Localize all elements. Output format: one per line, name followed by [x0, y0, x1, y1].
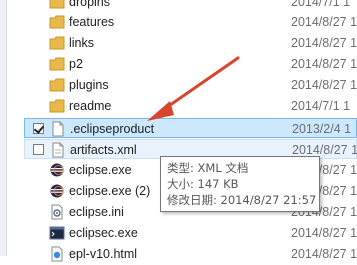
document-icon [50, 121, 66, 137]
file-row[interactable]: dropins 2014/7/1 1 [24, 0, 357, 12]
file-name: features [69, 15, 115, 29]
settings-file-icon [49, 204, 65, 220]
file-info-tooltip: 类型: XML 文档 大小: 147 KB 修改日期: 2014/8/27 21… [160, 156, 320, 212]
file-name: eclipsec.exe [69, 226, 138, 240]
file-date: 2014/8/27 1 [291, 78, 357, 92]
file-date: 2014/7/1 1 [291, 0, 351, 9]
file-row[interactable]: readme 2014/7/1 1 [24, 96, 357, 116]
file-name: links [69, 36, 95, 50]
file-name: eclipse.exe [69, 163, 132, 177]
folder-icon [49, 14, 65, 30]
file-row[interactable]: p2 2014/8/27 1 [24, 54, 357, 74]
eclipse-app-icon [49, 183, 65, 199]
folder-icon [49, 98, 65, 114]
file-name: plugins [69, 78, 109, 92]
eclipse-app-icon [49, 162, 65, 178]
row-checkbox[interactable] [33, 144, 44, 155]
file-row-selected[interactable]: .eclipseproduct 2013/2/4 1 [24, 118, 357, 138]
file-name: readme [69, 99, 112, 113]
xml-file-icon [50, 142, 66, 158]
tooltip-modified: 修改日期: 2014/8/27 21:57 [167, 193, 317, 207]
file-list-pane: dropins 2014/7/1 1 features 2014/8/27 1 … [0, 0, 357, 262]
html-file-icon [49, 246, 65, 262]
file-date: 2014/8/27 1 [291, 57, 357, 71]
file-row[interactable]: epl-v10.html 2014/8/27 1 [24, 244, 357, 264]
file-row[interactable]: plugins 2014/8/27 1 [24, 75, 357, 95]
file-row[interactable]: eclipsec.exe 2014/8/27 1 [24, 223, 357, 243]
file-name: .eclipseproduct [70, 122, 155, 136]
row-checkbox[interactable] [33, 123, 44, 134]
file-row[interactable]: links 2014/8/27 1 [24, 33, 357, 53]
file-row[interactable]: features 2014/8/27 1 [24, 12, 357, 32]
file-date: 2014/8/27 1 [291, 247, 357, 261]
file-date: 2014/7/1 1 [291, 99, 351, 113]
file-name: dropins [69, 0, 110, 9]
file-name: epl-v10.html [69, 247, 138, 261]
file-date: 2014/8/27 1 [291, 36, 357, 50]
console-app-icon [49, 225, 65, 241]
navigation-pane-edge [0, 0, 7, 256]
folder-icon [49, 56, 65, 72]
tooltip-type: 类型: XML 文档 [167, 161, 249, 175]
folder-icon [49, 0, 65, 10]
file-name: eclipse.ini [69, 205, 124, 219]
file-date: 2014/8/27 1 [292, 143, 357, 157]
file-name: artifacts.xml [70, 143, 137, 157]
file-date: 2014/8/27 1 [291, 15, 357, 29]
tooltip-size: 大小: 147 KB [167, 177, 239, 191]
folder-icon [49, 77, 65, 93]
file-date: 2013/2/4 1 [292, 122, 352, 136]
folder-icon [49, 35, 65, 51]
file-date: 2014/8/27 1 [291, 226, 357, 240]
file-name: eclipse.exe (2) [69, 184, 151, 198]
file-name: p2 [69, 57, 83, 71]
